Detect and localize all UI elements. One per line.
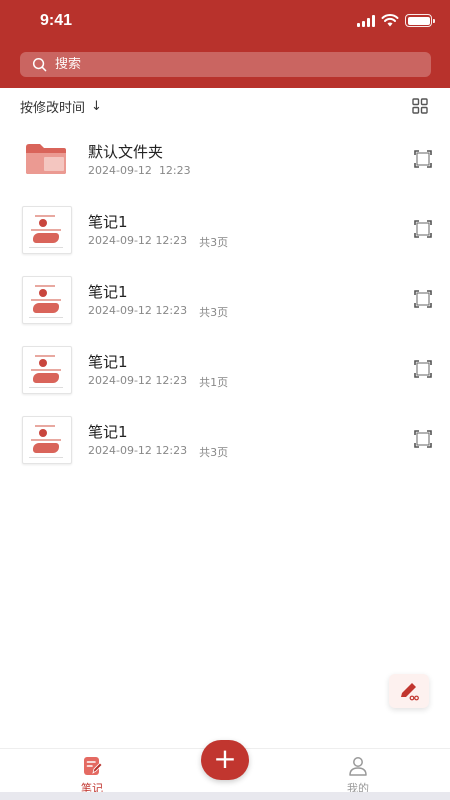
- note-thumbnail: [22, 416, 72, 464]
- select-frame-icon[interactable]: [414, 220, 432, 238]
- item-date: 2024-09-12 12:23: [88, 374, 188, 387]
- item-pages: 共3页: [199, 446, 229, 459]
- list-item-note[interactable]: 笔记1 2024-09-12 12:23 共3页: [0, 404, 450, 474]
- item-date: 2024-09-12 12:23: [88, 164, 191, 177]
- list-item-folder[interactable]: 默认文件夹 2024-09-12 12:23: [0, 124, 450, 194]
- select-frame-icon[interactable]: [414, 430, 432, 448]
- item-meta: 2024-09-12 12:23 共3页: [88, 234, 228, 250]
- notes-list: 默认文件夹 2024-09-12 12:23 笔记1 2024-09-12 12…: [0, 124, 450, 474]
- folder-icon: [26, 144, 66, 174]
- note-thumbnail: [22, 276, 72, 324]
- item-title: 默认文件夹: [88, 143, 164, 161]
- select-frame-icon[interactable]: [414, 360, 432, 378]
- search-icon: [32, 57, 47, 72]
- item-meta: 2024-09-12 12:23 共3页: [88, 444, 228, 460]
- item-meta: 2024-09-12 12:23 共3页: [88, 304, 228, 320]
- select-frame-icon[interactable]: [414, 150, 432, 168]
- list-item-note[interactable]: 笔记1 2024-09-12 12:23 共3页: [0, 194, 450, 264]
- item-title: 笔记1: [88, 353, 128, 371]
- item-pages: 共1页: [199, 376, 229, 389]
- tab-notes[interactable]: 笔记: [62, 755, 122, 796]
- grid-view-icon[interactable]: [412, 98, 428, 114]
- list-item-note[interactable]: 笔记1 2024-09-12 12:23 共1页: [0, 334, 450, 404]
- item-meta: 2024-09-12 12:23: [88, 164, 191, 177]
- app-header: 9:41: [0, 0, 450, 88]
- cellular-signal-icon: [357, 14, 375, 27]
- main-content: 按修改时间 ↓ 默认文件夹 2024-09-12 12:23 笔记1 2024-…: [0, 88, 450, 748]
- status-time: 9:41: [40, 12, 73, 29]
- wifi-icon: [381, 14, 399, 27]
- list-item-note[interactable]: 笔记1 2024-09-12 12:23 共3页: [0, 264, 450, 334]
- item-title: 笔记1: [88, 423, 128, 441]
- item-title: 笔记1: [88, 213, 128, 231]
- tab-mine[interactable]: 我的: [328, 755, 388, 796]
- notes-icon: [84, 757, 103, 775]
- select-frame-icon[interactable]: [414, 290, 432, 308]
- battery-icon: [405, 14, 435, 27]
- item-pages: 共3页: [199, 306, 229, 319]
- search-input[interactable]: [55, 57, 395, 72]
- person-icon: [349, 757, 367, 776]
- status-bar: 9:41: [0, 0, 450, 44]
- pen-edit-icon: [401, 683, 419, 701]
- add-note-button[interactable]: +: [201, 740, 249, 780]
- search-bar[interactable]: [20, 52, 431, 77]
- plus-icon: +: [213, 742, 237, 775]
- sort-label: 按修改时间: [20, 100, 86, 116]
- home-indicator: [0, 792, 450, 800]
- edit-fab-button[interactable]: [389, 674, 429, 708]
- sort-direction-icon: ↓: [91, 98, 102, 114]
- sort-selector[interactable]: 按修改时间 ↓: [20, 96, 102, 116]
- note-thumbnail: [22, 346, 72, 394]
- item-date: 2024-09-12 12:23: [88, 304, 188, 317]
- item-pages: 共3页: [199, 236, 229, 249]
- item-date: 2024-09-12 12:23: [88, 234, 188, 247]
- note-thumbnail: [22, 206, 72, 254]
- status-icons: [357, 14, 435, 27]
- item-title: 笔记1: [88, 283, 128, 301]
- item-date: 2024-09-12 12:23: [88, 444, 188, 457]
- item-meta: 2024-09-12 12:23 共1页: [88, 374, 228, 390]
